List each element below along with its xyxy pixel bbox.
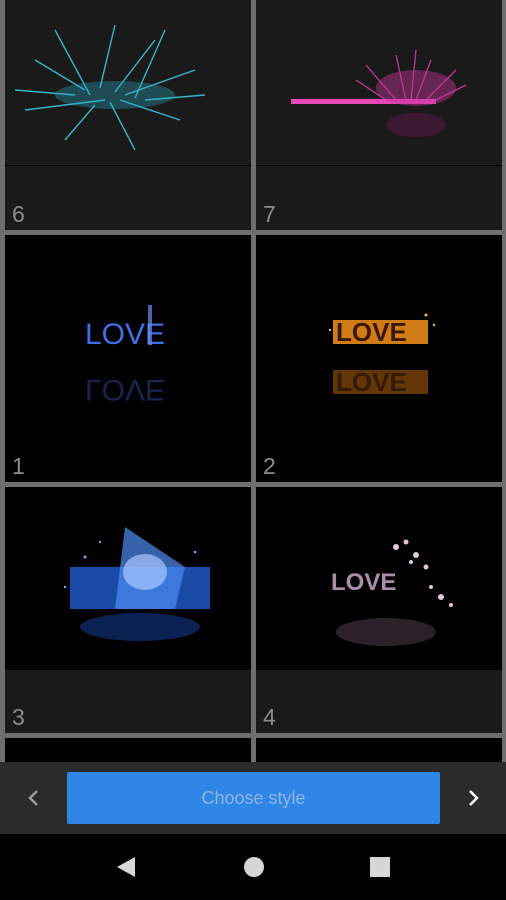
back-triangle-icon[interactable] <box>111 852 141 882</box>
style-grid: 6 7 LOVE LOVE 1 LOVE LOVE 2 3 LOVE 4 <box>0 0 506 762</box>
chevron-left-icon[interactable] <box>14 778 54 818</box>
love-text-preview-1: LOVE LOVE <box>85 305 165 406</box>
burst-preview-3 <box>5 527 251 733</box>
love-reflection: LOVE <box>336 367 407 397</box>
tile-number: 6 <box>12 201 25 227</box>
style-tile-2[interactable]: LOVE LOVE 2 <box>256 235 502 482</box>
tile-number: 1 <box>12 453 25 479</box>
particles-preview-4: LOVE <box>256 539 502 733</box>
style-tile-4[interactable]: LOVE 4 <box>256 487 502 733</box>
choose-style-button[interactable]: Choose style <box>67 772 440 824</box>
recents-square-icon[interactable] <box>365 852 395 882</box>
style-tile-partial-right[interactable] <box>256 738 502 762</box>
love-text: LOVE <box>331 569 396 596</box>
style-tile-partial-left[interactable] <box>5 738 251 762</box>
style-tile-7[interactable]: 7 <box>256 0 502 230</box>
tile-number: 3 <box>12 704 25 730</box>
tile-number: 2 <box>263 453 276 479</box>
love-text: LOVE <box>336 317 407 347</box>
home-circle-icon[interactable] <box>239 852 269 882</box>
love-text-preview-2: LOVE LOVE <box>328 313 436 397</box>
bottom-bar: Choose style <box>0 762 506 834</box>
tile-number: 7 <box>263 201 276 227</box>
style-tile-6[interactable]: 6 <box>5 0 251 230</box>
style-tile-3[interactable]: 3 <box>5 487 251 733</box>
tile-number: 4 <box>263 704 276 730</box>
style-tile-1[interactable]: LOVE LOVE 1 <box>5 235 251 482</box>
love-reflection: LOVE <box>85 373 165 406</box>
love-text: LOVE <box>85 318 165 351</box>
system-navigation-bar <box>0 834 506 900</box>
chevron-right-icon[interactable] <box>453 778 493 818</box>
